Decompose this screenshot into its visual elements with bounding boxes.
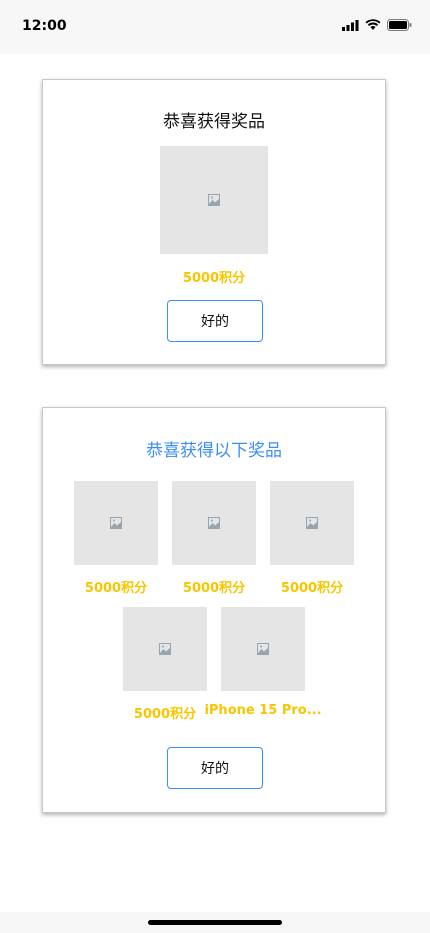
prize-dialog-single: 恭喜获得奖品 5000积分 好的 [42, 79, 386, 365]
image-placeholder-icon [159, 643, 171, 655]
image-placeholder-icon [208, 517, 220, 529]
prize-image [74, 481, 158, 565]
status-bar: 12:00 [0, 0, 430, 54]
ok-button[interactable]: 好的 [167, 300, 263, 342]
dialog-title: 恭喜获得以下奖品 [146, 441, 282, 461]
signal-icon [342, 19, 359, 31]
ok-button[interactable]: 好的 [167, 747, 263, 789]
battery-icon [387, 19, 412, 31]
prize-label: 5000积分 [280, 581, 344, 596]
image-placeholder-icon [208, 194, 220, 206]
prize-image [172, 481, 256, 565]
prize-label: iPhone 15 Pro... [204, 703, 322, 718]
home-indicator[interactable] [148, 920, 282, 925]
home-bar [0, 912, 430, 933]
image-placeholder-icon [306, 517, 318, 529]
dialog-title: 恭喜获得奖品 [163, 112, 265, 132]
prize-image [270, 481, 354, 565]
prize-image [160, 146, 268, 254]
image-placeholder-icon [257, 643, 269, 655]
image-placeholder-icon [110, 517, 122, 529]
wifi-icon [365, 19, 381, 30]
prize-label: 5000积分 [182, 271, 246, 286]
prize-image [123, 607, 207, 691]
status-time: 12:00 [22, 18, 67, 34]
prize-dialog-multi: 恭喜获得以下奖品 5000积分 5000积分 5000积分 5000积分 iPhone … [42, 407, 386, 813]
prize-image [221, 607, 305, 691]
